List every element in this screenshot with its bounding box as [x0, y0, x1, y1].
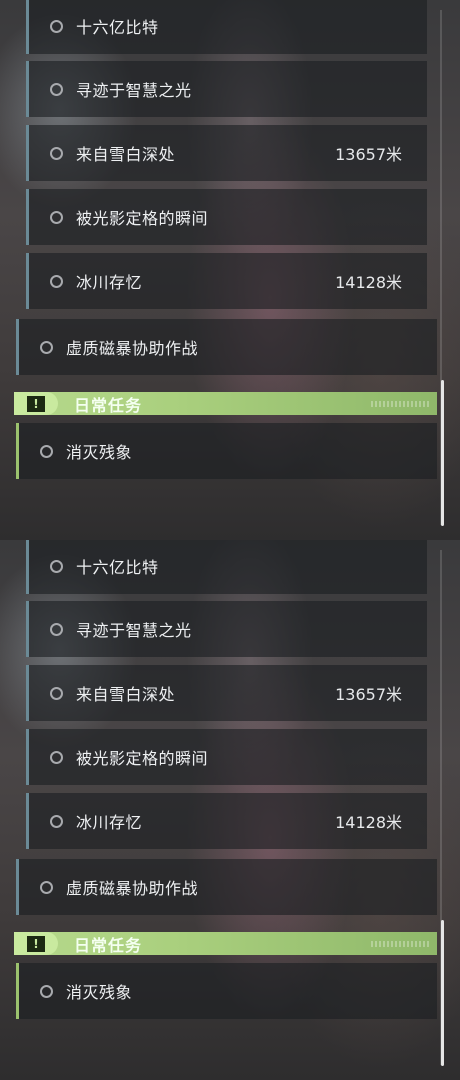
- exclamation-icon: !: [27, 395, 45, 412]
- quest-label: 十六亿比特: [76, 558, 159, 577]
- daily-quest-item[interactable]: 消灭残象: [16, 963, 437, 1019]
- quest-label: 寻迹于智慧之光: [76, 621, 192, 640]
- daily-badge: !: [14, 932, 58, 955]
- quest-item[interactable]: 被光影定格的瞬间: [26, 729, 427, 785]
- quest-status-circle-icon: [40, 880, 53, 894]
- daily-quests-header[interactable]: ! 日常任务: [14, 392, 437, 415]
- header-decoration: [371, 400, 431, 407]
- quest-label: 虚质磁暴协助作战: [66, 879, 199, 898]
- quest-distance: 14128米: [335, 273, 402, 292]
- quest-status-circle-icon: [50, 82, 63, 96]
- scrollbar-thumb[interactable]: [441, 380, 444, 526]
- quest-item[interactable]: 十六亿比特: [26, 0, 427, 54]
- quest-status-circle-icon: [50, 559, 63, 573]
- quest-item[interactable]: 被光影定格的瞬间: [26, 189, 427, 245]
- quest-distance: 13657米: [335, 145, 402, 164]
- daily-quests-title: 日常任务: [74, 395, 143, 415]
- quest-panel-bottom: 十六亿比特 寻迹于智慧之光 来自雪白深处 13657米 被光影定格的瞬间 冰川存…: [0, 540, 460, 1080]
- quest-label: 来自雪白深处: [76, 685, 176, 704]
- header-decoration: [371, 940, 431, 947]
- quest-label: 消灭残象: [66, 443, 133, 462]
- quest-status-circle-icon: [50, 146, 63, 160]
- quest-item[interactable]: 来自雪白深处 13657米: [26, 125, 427, 181]
- quest-label: 冰川存忆: [76, 813, 143, 832]
- quest-status-circle-icon: [40, 340, 53, 354]
- quest-label: 十六亿比特: [76, 18, 159, 37]
- quest-label: 冰川存忆: [76, 273, 143, 292]
- quest-label: 消灭残象: [66, 983, 133, 1002]
- quest-status-circle-icon: [40, 984, 53, 998]
- quest-item[interactable]: 冰川存忆 14128米: [26, 253, 427, 309]
- quest-item[interactable]: 寻迹于智慧之光: [26, 601, 427, 657]
- main-quest-item[interactable]: 虚质磁暴协助作战: [16, 859, 437, 915]
- scrollbar-thumb[interactable]: [441, 920, 444, 1066]
- quest-item[interactable]: 寻迹于智慧之光: [26, 61, 427, 117]
- quest-status-circle-icon: [50, 622, 63, 636]
- quest-label: 寻迹于智慧之光: [76, 81, 192, 100]
- quest-status-circle-icon: [40, 444, 53, 458]
- quest-status-circle-icon: [50, 210, 63, 224]
- quest-status-circle-icon: [50, 814, 63, 828]
- main-quest-item[interactable]: 虚质磁暴协助作战: [16, 319, 437, 375]
- quest-label: 来自雪白深处: [76, 145, 176, 164]
- quest-distance: 13657米: [335, 685, 402, 704]
- daily-quest-item[interactable]: 消灭残象: [16, 423, 437, 479]
- exclamation-icon: !: [27, 935, 45, 952]
- quest-status-circle-icon: [50, 686, 63, 700]
- quest-item[interactable]: 十六亿比特: [26, 540, 427, 594]
- quest-status-circle-icon: [50, 19, 63, 33]
- quest-label: 虚质磁暴协助作战: [66, 339, 199, 358]
- quest-status-circle-icon: [50, 274, 63, 288]
- daily-badge: !: [14, 392, 58, 415]
- quest-panel-top: 十六亿比特 寻迹于智慧之光 来自雪白深处 13657米 被光影定格的瞬间 冰川存…: [0, 0, 460, 540]
- quest-status-circle-icon: [50, 750, 63, 764]
- quest-label: 被光影定格的瞬间: [76, 209, 209, 228]
- quest-item[interactable]: 来自雪白深处 13657米: [26, 665, 427, 721]
- quest-label: 被光影定格的瞬间: [76, 749, 209, 768]
- quest-distance: 14128米: [335, 813, 402, 832]
- daily-quests-title: 日常任务: [74, 935, 143, 955]
- quest-item[interactable]: 冰川存忆 14128米: [26, 793, 427, 849]
- daily-quests-header[interactable]: ! 日常任务: [14, 932, 437, 955]
